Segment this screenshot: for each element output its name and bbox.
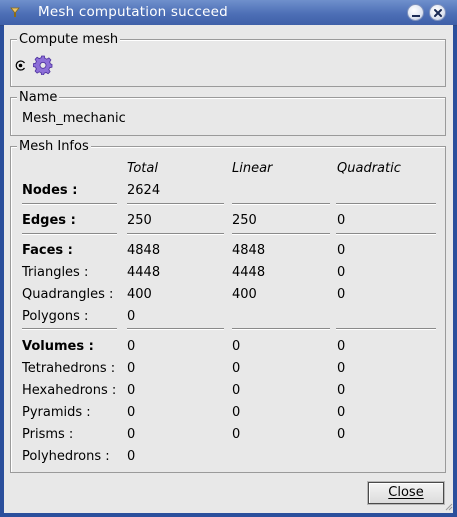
- quadrangles-linear: 400: [232, 287, 257, 302]
- name-legend: Name: [17, 90, 60, 105]
- faces-linear: 4848: [232, 243, 266, 258]
- faces-label: Faces :: [22, 243, 73, 258]
- mesh-name-value: Mesh_mechanic: [22, 111, 126, 126]
- hexahedrons-label: Hexahedrons :: [22, 383, 117, 398]
- separator: [336, 328, 436, 330]
- resize-grip-icon[interactable]: [444, 502, 453, 511]
- polyhedrons-total: 0: [127, 449, 136, 464]
- minimize-button[interactable]: [407, 4, 424, 21]
- triangles-label: Triangles :: [22, 265, 89, 280]
- close-window-button[interactable]: [429, 4, 446, 21]
- dialog-window: Mesh computation succeed Compute mesh Na…: [0, 0, 457, 517]
- edges-linear: 250: [232, 213, 257, 228]
- separator: [22, 203, 117, 205]
- hexahedrons-linear: 0: [232, 383, 241, 398]
- quadrangles-total: 400: [127, 287, 152, 302]
- separator: [232, 233, 330, 235]
- pyramids-total: 0: [127, 405, 136, 420]
- separator: [22, 328, 117, 330]
- close-icon: [434, 9, 442, 17]
- separator: [336, 203, 436, 205]
- triangles-quadratic: 0: [337, 265, 346, 280]
- pyramids-label: Pyramids :: [22, 405, 91, 420]
- edges-label: Edges :: [22, 213, 76, 228]
- edges-total: 250: [127, 213, 152, 228]
- separator: [336, 233, 436, 235]
- prisms-linear: 0: [232, 427, 241, 442]
- triangles-linear: 4448: [232, 265, 266, 280]
- app-icon: [10, 7, 20, 17]
- close-button[interactable]: Close: [368, 482, 444, 504]
- prisms-total: 0: [127, 427, 136, 442]
- compute-mesh-group: Compute mesh: [10, 32, 446, 87]
- title-bar[interactable]: Mesh computation succeed: [0, 0, 457, 26]
- polyhedrons-label: Polyhedrons :: [22, 449, 110, 464]
- volumes-label: Volumes :: [22, 339, 94, 354]
- hexahedrons-quadratic: 0: [337, 383, 346, 398]
- separator: [127, 233, 224, 235]
- pyramids-linear: 0: [232, 405, 241, 420]
- separator: [232, 328, 330, 330]
- tetrahedrons-label: Tetrahedrons :: [22, 361, 116, 376]
- separator: [232, 203, 330, 205]
- edges-quadratic: 0: [337, 213, 346, 228]
- separator: [22, 233, 117, 235]
- pyramids-quadratic: 0: [337, 405, 346, 420]
- separator: [127, 203, 224, 205]
- nodes-total: 2624: [127, 183, 161, 198]
- faces-total: 4848: [127, 243, 161, 258]
- tetrahedrons-quadratic: 0: [337, 361, 346, 376]
- hexahedrons-total: 0: [127, 383, 136, 398]
- volumes-total: 0: [127, 339, 136, 354]
- close-button-label: Close: [388, 485, 424, 500]
- compute-mesh-legend: Compute mesh: [17, 32, 121, 47]
- quadrangles-quadratic: 0: [337, 287, 346, 302]
- nodes-label: Nodes :: [22, 183, 78, 198]
- volumes-quadratic: 0: [337, 339, 346, 354]
- dialog-client-area: Compute mesh Name Mesh_mechanic Mesh Inf…: [4, 25, 453, 513]
- minimize-icon: [412, 15, 420, 17]
- prisms-label: Prisms :: [22, 427, 74, 442]
- triangles-total: 4448: [127, 265, 161, 280]
- header-total: Total: [127, 161, 158, 176]
- polygons-total: 0: [127, 309, 136, 324]
- gear-icon: [33, 55, 53, 75]
- tetrahedrons-total: 0: [127, 361, 136, 376]
- faces-quadratic: 0: [337, 243, 346, 258]
- compute-mesh-radio-icon[interactable]: [15, 60, 26, 71]
- prisms-quadratic: 0: [337, 427, 346, 442]
- volumes-linear: 0: [232, 339, 241, 354]
- mesh-infos-legend: Mesh Infos: [17, 139, 91, 154]
- separator: [127, 328, 224, 330]
- header-linear: Linear: [232, 161, 273, 176]
- tetrahedrons-linear: 0: [232, 361, 241, 376]
- header-quadratic: Quadratic: [337, 161, 401, 176]
- polygons-label: Polygons :: [22, 309, 89, 324]
- quadrangles-label: Quadrangles :: [22, 287, 114, 302]
- window-title: Mesh computation succeed: [38, 4, 228, 20]
